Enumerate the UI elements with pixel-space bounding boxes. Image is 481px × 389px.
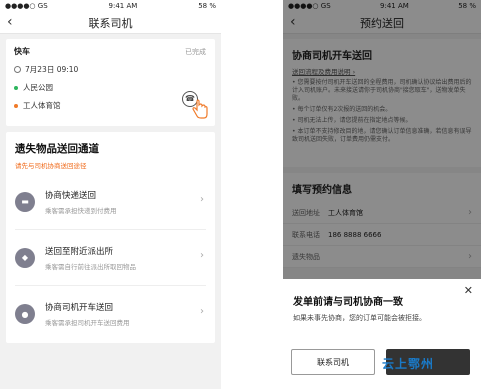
trip-status: 已完成 — [185, 48, 206, 56]
right-phone-screen: ●●●●○ GS 9:41 AM 58 % ‹ 预约送回 协商司机开车送回 送回… — [283, 0, 481, 389]
option-title: 协商司机开车送回 — [45, 303, 114, 313]
left-phone-screen: ●●●●○ GS 9:41 AM 58 % ‹ 联系司机 快车 已完成 7月23… — [0, 0, 221, 389]
trip-to-row: 工人体育馆 — [14, 100, 207, 111]
trip-card: 快车 已完成 7月23日 09:10 人民公园 工人体育馆 ☎ — [6, 39, 215, 126]
trip-type: 快车 — [14, 47, 30, 56]
lost-items-card: 遗失物品送回通道 请先与司机协商送回途径 ▬ 协商快递送回 乘客需承担快递到付费… — [6, 132, 215, 343]
option-desc: 乘客需承担快递到付费用 — [45, 206, 117, 215]
option-desc: 乘客需自行前往派出所取回物品 — [45, 262, 136, 271]
battery-label: 58 % — [198, 2, 216, 10]
page-title: 联系司机 — [88, 16, 133, 30]
confirm-sheet: ✕ 发单前请与司机协商一致 如果未事先协商，您的订单可能会被拒接。 联系司机 — [283, 279, 481, 389]
nav-bar: ‹ 联系司机 — [0, 12, 221, 34]
trip-time: 7月23日 09:10 — [25, 65, 79, 74]
trip-to: 工人体育馆 — [23, 101, 61, 110]
option-title: 协商快递送回 — [45, 190, 97, 201]
trip-from: 人民公园 — [23, 83, 53, 92]
chevron-right-icon: › — [200, 250, 204, 261]
close-icon[interactable]: ✕ — [464, 284, 473, 297]
contact-driver-button[interactable]: 联系司机 — [291, 349, 375, 375]
option-express-return[interactable]: ▬ 协商快递送回 乘客需承担快递到付费用 › — [15, 174, 206, 230]
trip-time-row: 7月23日 09:10 — [14, 64, 207, 75]
sheet-desc: 如果未事先协商，您的订单可能会被拒接。 — [293, 314, 426, 322]
watermark: 云上鄂州 — [382, 357, 435, 371]
chevron-right-icon: › — [200, 194, 204, 205]
back-arrow-icon[interactable]: ‹ — [7, 14, 13, 30]
time-label: 9:41 AM — [108, 2, 138, 10]
driver-icon: ● — [15, 304, 35, 324]
chevron-right-icon: › — [200, 306, 204, 317]
pointer-hand-icon — [192, 99, 208, 119]
lost-items-subtitle: 请先与司机协商送回途径 — [15, 162, 87, 170]
clock-icon — [14, 66, 21, 73]
option-driver-return[interactable]: ● 协商司机开车送回 乘客需承担司机开车送回费用 › — [15, 286, 206, 342]
truck-icon: ▬ — [15, 191, 35, 212]
option-police-station[interactable]: ◆ 送回至附近派出所 乘客需自行前往派出所取回物品 › — [15, 230, 206, 286]
lost-items-title: 遗失物品送回通道 — [15, 143, 99, 155]
shield-icon: ◆ — [15, 247, 35, 268]
option-desc: 乘客需承担司机开车送回费用 — [45, 319, 130, 327]
status-bar: ●●●●○ GS 9:41 AM 58 % — [0, 0, 221, 12]
sheet-title: 发单前请与司机协商一致 — [293, 297, 403, 308]
carrier-label: ●●●●○ GS — [5, 2, 48, 10]
option-title: 送回至附近派出所 — [45, 246, 114, 257]
end-dot-icon — [14, 103, 18, 108]
trip-from-row: 人民公园 — [14, 82, 207, 93]
start-dot-icon — [14, 85, 18, 90]
